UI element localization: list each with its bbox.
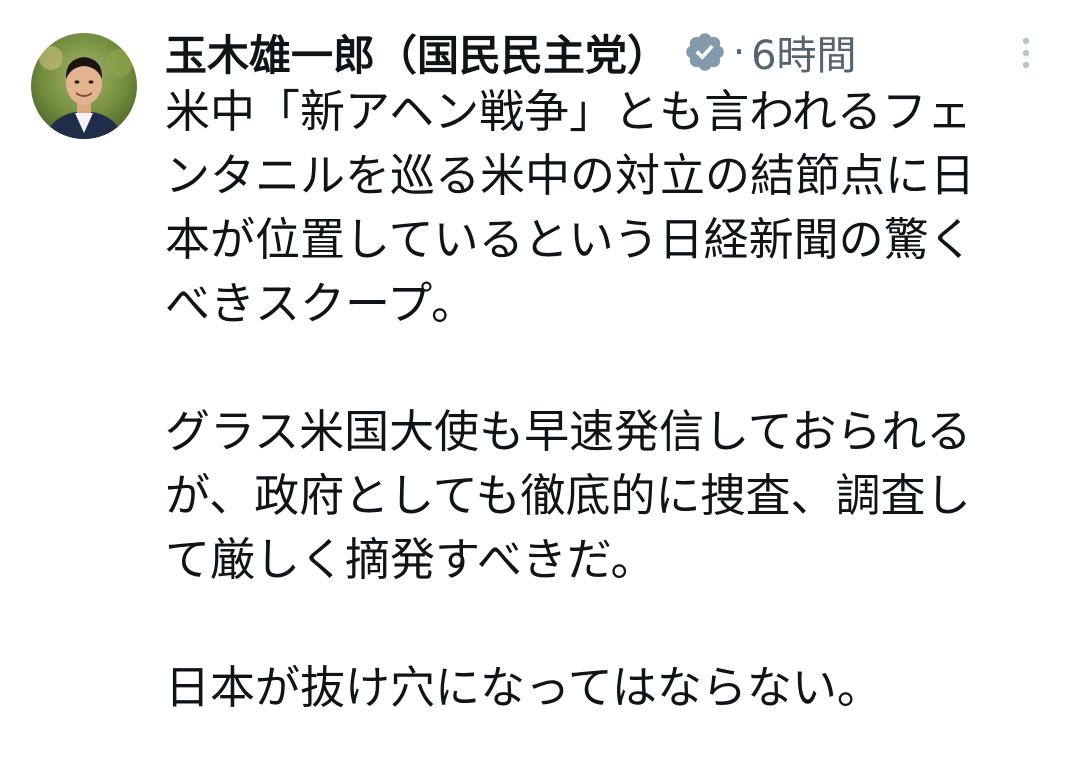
more-vertical-icon: [1022, 37, 1030, 69]
author-name[interactable]: 玉木雄一郎（国民民主党）: [165, 22, 669, 83]
more-options-button[interactable]: [1012, 34, 1040, 74]
tweet: 玉木雄一郎（国民民主党） · 6時間 米中「新アヘン戦争」とも言われるフェ ンタ…: [0, 0, 1080, 732]
verified-badge-icon: [683, 30, 727, 74]
text-line: べきスクープ。: [165, 277, 476, 330]
tweet-paragraph: 米中「新アヘン戦争」とも言われるフェ ンタニルを巡る米中の対立の結節点に日 本が…: [165, 80, 1045, 336]
meta-separator: ·: [733, 30, 746, 74]
text-line: て厳しく摘発すべきだ。: [165, 533, 656, 586]
tweet-paragraph: 日本が抜け穴になってはならない。: [165, 656, 1045, 720]
tweet-paragraph: グラス米国大使も早速発信しておられる が、政府としても徹底的に捜査、調査し て厳…: [165, 400, 1045, 592]
tweet-timestamp[interactable]: 6時間: [751, 23, 856, 81]
tweet-header: 玉木雄一郎（国民民主党） · 6時間: [165, 22, 857, 82]
tweet-text: 米中「新アヘン戦争」とも言われるフェ ンタニルを巡る米中の対立の結節点に日 本が…: [165, 80, 1045, 784]
author-avatar[interactable]: [31, 33, 137, 139]
text-line: 本が位置しているという日経新聞の驚く: [165, 213, 974, 266]
avatar-photo: [31, 33, 137, 139]
text-line: グラス米国大使も早速発信しておられる: [165, 405, 972, 458]
text-line: が、政府としても徹底的に捜査、調査し: [165, 469, 971, 522]
text-line: 米中「新アヘン戦争」とも言われるフェ: [165, 85, 972, 138]
text-line: ンタニルを巡る米中の対立の結節点に日: [165, 149, 976, 202]
text-line: 日本が抜け穴になってはならない。: [165, 661, 882, 714]
